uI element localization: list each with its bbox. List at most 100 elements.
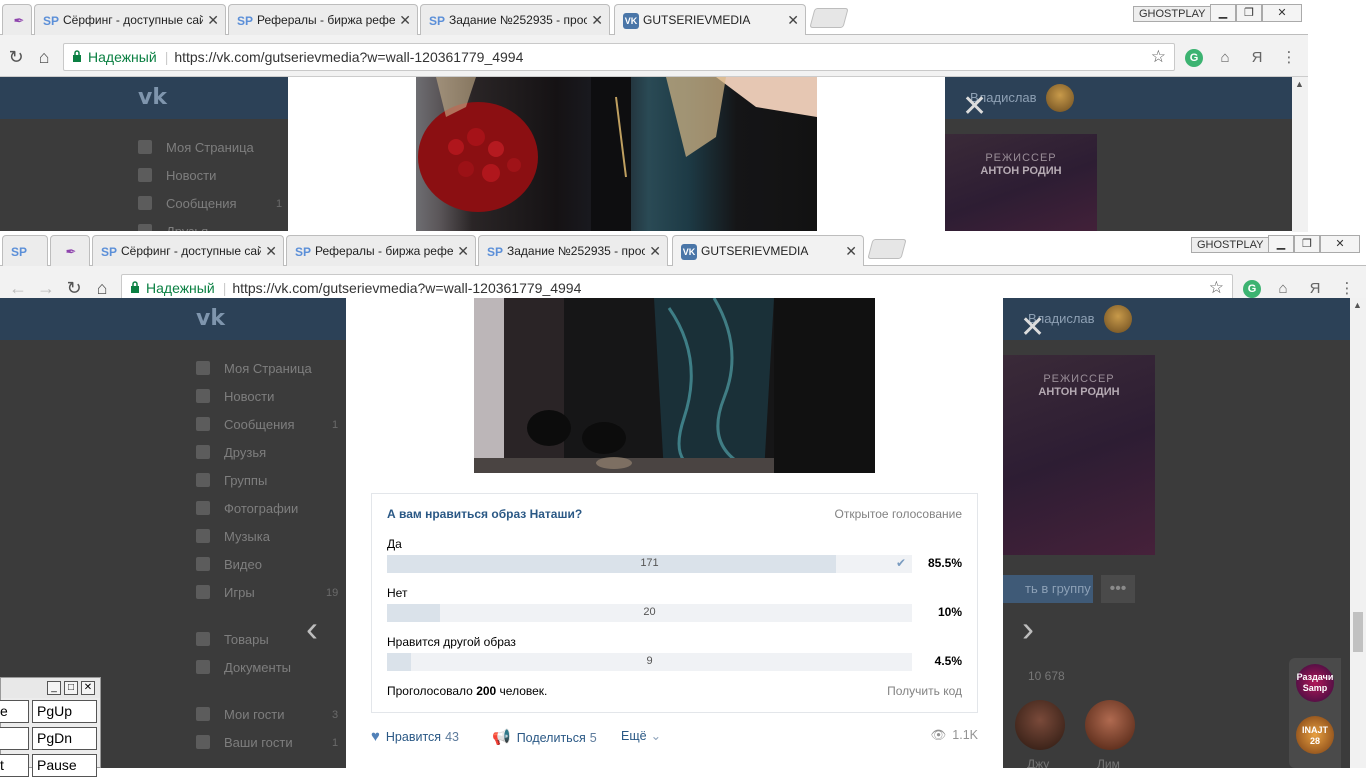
tab-referals[interactable]: SPРефералы - биржа рефералов ✕ — [228, 4, 418, 35]
member-name[interactable]: Джу — [1027, 757, 1049, 768]
tab-zadanie[interactable]: SPЗадание №252935 - просмотр ✕ — [478, 235, 668, 266]
nav-messages[interactable]: Сообщения — [196, 417, 295, 432]
tab-quill[interactable]: ✒ — [50, 235, 90, 266]
member-avatar[interactable] — [1085, 700, 1135, 750]
scrollbar[interactable] — [1350, 298, 1366, 768]
avatar[interactable] — [1104, 305, 1132, 333]
nav-news[interactable]: Новости — [196, 389, 274, 404]
close-tab-icon[interactable]: ✕ — [265, 243, 277, 260]
minimize-button[interactable]: _ — [47, 681, 61, 695]
poll-option-bar[interactable]: 20 — [387, 604, 912, 622]
key-pause[interactable]: Pause — [32, 754, 97, 777]
giveaway-badge[interactable]: Раздачи Samp — [1296, 664, 1334, 702]
member-avatar[interactable] — [1015, 700, 1065, 750]
close-tab-icon[interactable]: ✕ — [399, 12, 411, 29]
nav-video[interactable]: Видео — [196, 557, 262, 572]
inajt-badge[interactable]: INAJT 28 — [1296, 716, 1334, 754]
join-group-button[interactable]: ть в группу — [1003, 575, 1093, 603]
extension-r-icon[interactable]: Я — [1248, 49, 1266, 67]
bookmark-star-icon[interactable]: ☆ — [1151, 47, 1166, 67]
promo-banner[interactable]: РЕЖИССЕР АНТОН РОДИН — [945, 134, 1097, 232]
maximize-button[interactable]: ❐ — [1236, 4, 1262, 22]
home-icon[interactable]: ⌂ — [33, 46, 55, 68]
poll-option-bar[interactable]: 171 ✔ — [387, 555, 912, 573]
scrollbar-back[interactable] — [1292, 77, 1308, 232]
tab-referals[interactable]: SPРефералы - биржа рефералов ✕ — [286, 235, 476, 266]
new-tab-button[interactable] — [867, 239, 907, 259]
promo-banner[interactable]: РЕЖИССЕР АНТОН РОДИН — [1003, 355, 1155, 555]
close-tab-icon[interactable]: ✕ — [207, 12, 219, 29]
vk-logo[interactable]: vk — [138, 85, 167, 110]
tab-serfing[interactable]: SPСёрфинг - доступные сайты ✕ — [92, 235, 284, 266]
tab-gutserievmedia[interactable]: VK GUTSERIEVMEDIA ✕ — [672, 235, 864, 266]
home-icon[interactable]: ⌂ — [91, 277, 113, 299]
share-button[interactable]: 📢 Поделиться 5 — [492, 728, 597, 746]
maximize-button[interactable]: □ — [64, 681, 78, 695]
more-button[interactable]: Ещё ⌄ — [621, 728, 661, 743]
scroll-up-icon[interactable]: ▲ — [1295, 79, 1304, 89]
menu-dots-icon[interactable]: ⋮ — [1338, 280, 1356, 298]
close-tab-icon[interactable]: ✕ — [787, 12, 799, 29]
profile-badge[interactable]: GHOSTPLAY — [1133, 6, 1212, 22]
profile-badge[interactable]: GHOSTPLAY — [1191, 237, 1270, 253]
post-photo[interactable] — [416, 77, 817, 232]
tab-quill[interactable]: ✒ — [2, 4, 32, 35]
nav-my-page[interactable]: Моя Страница — [138, 140, 254, 155]
get-code-link[interactable]: Получить код — [887, 684, 962, 698]
scroll-up-icon[interactable]: ▲ — [1353, 300, 1362, 310]
nav-goods[interactable]: Товары — [196, 632, 269, 647]
bookmark-star-icon[interactable]: ☆ — [1209, 278, 1224, 298]
key-pgup[interactable]: PgUp — [32, 700, 97, 723]
post-photo[interactable] — [474, 298, 875, 473]
tab-serfing[interactable]: SPСёрфинг - доступные сайты ✕ — [34, 4, 226, 35]
tab-gutserievmedia[interactable]: VK GUTSERIEVMEDIA ✕ — [614, 4, 806, 35]
reload-icon[interactable]: ↻ — [5, 46, 27, 68]
address-bar[interactable]: Надежный | https://vk.com/gutserievmedia?w… — [63, 43, 1175, 71]
close-window-button[interactable]: ✕ — [81, 681, 95, 695]
nav-my-guests[interactable]: Мои гости — [196, 707, 284, 722]
nav-your-guests[interactable]: Ваши гости — [196, 735, 293, 750]
nav-friends[interactable]: Друзья — [196, 445, 266, 460]
extension-green-icon[interactable]: G — [1243, 280, 1261, 298]
close-post-icon-back[interactable]: ✕ — [962, 89, 987, 124]
poll-option-bar[interactable]: 9 — [387, 653, 912, 671]
tab-zadanie[interactable]: SPЗадание №252935 - просмотр ✕ — [420, 4, 610, 35]
member-name[interactable]: Лим — [1097, 757, 1120, 768]
close-tab-icon[interactable]: ✕ — [845, 243, 857, 260]
forward-arrow-icon[interactable]: → — [35, 277, 57, 299]
close-tab-icon[interactable]: ✕ — [649, 243, 661, 260]
like-button[interactable]: ♥ Нравится 43 — [371, 728, 459, 745]
nav-games[interactable]: Игры — [196, 585, 255, 600]
key-left[interactable]: e — [0, 700, 29, 723]
scrollbar-thumb[interactable] — [1353, 612, 1363, 652]
nav-news[interactable]: Новости — [138, 168, 216, 183]
nav-groups[interactable]: Группы — [196, 473, 267, 488]
maximize-button[interactable]: ❐ — [1294, 235, 1320, 253]
close-tab-icon[interactable]: ✕ — [591, 12, 603, 29]
close-tab-icon[interactable]: ✕ — [457, 243, 469, 260]
close-window-button[interactable]: ✕ — [1262, 4, 1302, 22]
close-post-icon[interactable]: ✕ — [1020, 310, 1045, 345]
extension-box-icon[interactable]: ⌂ — [1216, 49, 1234, 67]
more-options-button[interactable]: ••• — [1101, 575, 1135, 603]
vk-logo[interactable]: vk — [196, 306, 225, 331]
key-left[interactable]: t — [0, 754, 29, 777]
key-left[interactable] — [0, 727, 29, 750]
menu-dots-icon[interactable]: ⋮ — [1280, 49, 1298, 67]
close-window-button[interactable]: ✕ — [1320, 235, 1360, 253]
nav-messages[interactable]: Сообщения — [138, 196, 237, 211]
back-arrow-icon[interactable]: ← — [7, 277, 29, 299]
minimize-button[interactable]: ▁ — [1268, 235, 1294, 253]
nav-my-page[interactable]: Моя Страница — [196, 361, 312, 376]
nav-documents[interactable]: Документы — [196, 660, 291, 675]
extension-green-icon[interactable]: G — [1185, 49, 1203, 67]
reload-icon[interactable]: ↻ — [63, 277, 85, 299]
nav-photos[interactable]: Фотографии — [196, 501, 298, 516]
new-tab-button[interactable] — [809, 8, 849, 28]
extension-r-icon[interactable]: Я — [1306, 280, 1324, 298]
avatar[interactable] — [1046, 84, 1074, 112]
key-pgdn[interactable]: PgDn — [32, 727, 97, 750]
prev-post-arrow-icon[interactable]: ‹ — [306, 608, 318, 650]
next-post-arrow-icon[interactable]: › — [1022, 608, 1034, 650]
nav-music[interactable]: Музыка — [196, 529, 270, 544]
